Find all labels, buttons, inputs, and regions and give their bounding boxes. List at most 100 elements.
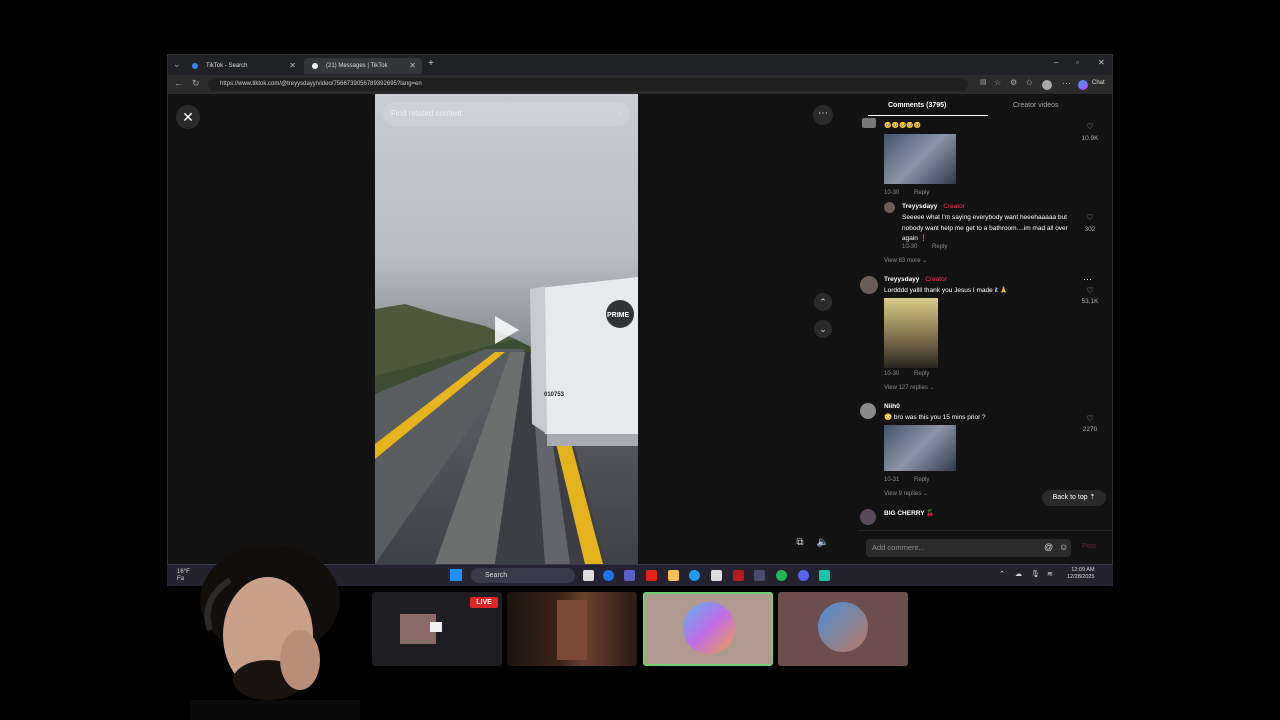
view-more-replies[interactable]: View 83 more ⌄	[884, 257, 927, 264]
teams-icon[interactable]	[624, 570, 635, 581]
close-tab-icon[interactable]: ✕	[409, 58, 416, 74]
discord-icon[interactable]	[798, 570, 809, 581]
participant-avatar	[683, 602, 735, 654]
comment-image[interactable]	[884, 298, 938, 368]
wifi-icon[interactable]: ≋	[1047, 570, 1053, 578]
comment-image[interactable]	[884, 425, 956, 471]
participant-feed-active[interactable]	[643, 592, 773, 666]
tab-list-chevron-icon[interactable]: ⌄	[173, 59, 181, 70]
curtain-image	[557, 600, 587, 660]
store-icon[interactable]	[711, 570, 722, 581]
search-icon[interactable]: ⌕	[617, 102, 622, 126]
comment-text: 🥺🥺🥺🥺🥺	[884, 123, 922, 129]
reply-link[interactable]: Reply	[914, 371, 929, 377]
spotify-icon[interactable]	[776, 570, 787, 581]
avatar[interactable]	[860, 509, 876, 525]
new-tab-button[interactable]: +	[428, 58, 434, 69]
heart-icon[interactable]: ♡	[1080, 122, 1100, 131]
microphone-icon[interactable]: 🎙	[1031, 570, 1040, 578]
start-icon[interactable]	[450, 569, 462, 581]
refresh-icon[interactable]: ↻	[192, 78, 200, 89]
task-view-icon[interactable]	[583, 570, 594, 581]
reader-icon[interactable]: ▤	[980, 78, 987, 86]
copilot-icon[interactable]	[1078, 80, 1088, 90]
youtube-icon[interactable]	[646, 570, 657, 581]
avatar[interactable]	[862, 118, 876, 128]
comment-author[interactable]: Treyysdayy · Creator	[884, 276, 947, 283]
chat-button[interactable]: Chat	[1092, 80, 1105, 86]
clock[interactable]: 12:09 AM 12/28/2025	[1067, 567, 1095, 581]
address-bar: ← ↻ https://www.tiktok.com/@treyysdayy/v…	[168, 75, 1112, 94]
app-icon-2[interactable]	[819, 570, 830, 581]
clock-time: 12:09 AM	[1071, 567, 1095, 573]
app-icon[interactable]	[733, 570, 744, 581]
heart-icon[interactable]: ♡	[1080, 286, 1100, 295]
profile-avatar[interactable]	[1042, 80, 1052, 90]
comment-date: 10-30	[884, 190, 900, 196]
next-video-button[interactable]: ⌄	[814, 320, 832, 338]
comment-author[interactable]: Treyysdayy · Creator	[902, 203, 965, 210]
participant-feed-room[interactable]	[507, 592, 637, 666]
browser-window: ⌄ TikTok - Search ✕ (21) Messages | TikT…	[167, 54, 1113, 564]
close-tab-icon[interactable]: ✕	[289, 58, 296, 74]
browser-icon[interactable]	[689, 570, 700, 581]
edge-icon[interactable]	[603, 570, 614, 581]
related-search-input[interactable]: Find related content ⌕	[383, 102, 630, 126]
reply-link[interactable]: Reply	[932, 244, 947, 250]
steam-icon[interactable]	[754, 570, 765, 581]
picture-in-picture-icon[interactable]: ⧉	[792, 535, 808, 551]
tab-creator-videos[interactable]: Creator videos	[1013, 102, 1059, 109]
avatar[interactable]	[860, 276, 878, 294]
minimize-icon[interactable]: –	[1054, 58, 1058, 67]
tab-tiktok-messages[interactable]: (21) Messages | TikTok ✕	[304, 58, 422, 74]
video-player[interactable]: PRIME 010753 Find related content ⌕	[375, 94, 638, 564]
taskbar-search[interactable]: Search	[471, 568, 575, 583]
view-more-replies[interactable]: View 127 replies ⌄	[884, 384, 935, 391]
tab-label: (21) Messages | TikTok	[326, 63, 388, 69]
window-close-icon[interactable]: ✕	[1098, 58, 1105, 67]
tab-comments[interactable]: Comments (3795)	[888, 102, 946, 109]
like-count: 2270	[1082, 426, 1098, 433]
emoji-icon[interactable]: ☺	[1059, 542, 1068, 552]
comment-more-icon[interactable]: ⋯	[1083, 274, 1092, 285]
more-options-button[interactable]: ⋯	[813, 105, 833, 125]
live-badge: LIVE	[470, 597, 498, 608]
avatar[interactable]	[860, 403, 876, 419]
volume-icon[interactable]: 🔈	[815, 535, 831, 551]
back-icon[interactable]: ←	[174, 78, 183, 88]
more-options-icon[interactable]: ⋯	[1062, 78, 1071, 89]
add-comment-input[interactable]: Add comment...	[866, 539, 1071, 557]
tray-cloud-icon[interactable]: ☁	[1015, 570, 1022, 578]
close-video-button[interactable]: ✕	[176, 105, 200, 129]
play-icon[interactable]	[495, 316, 519, 344]
reply-link[interactable]: Reply	[914, 477, 929, 483]
tiktok-favicon-icon	[312, 63, 318, 69]
post-button[interactable]: Post	[1082, 543, 1096, 550]
comment-placeholder: Add comment...	[872, 543, 925, 552]
active-tab-indicator	[868, 115, 988, 116]
maximize-icon[interactable]: ▫	[1076, 58, 1079, 67]
comments-panel: Comments (3795) Creator videos 🥺🥺🥺🥺🥺 10-…	[858, 94, 1112, 564]
back-to-top-button[interactable]: Back to top ⇡	[1042, 490, 1106, 506]
heart-icon[interactable]: ♡	[1080, 213, 1100, 222]
reply-link[interactable]: Reply	[914, 190, 929, 196]
streamer-webcam	[190, 545, 360, 720]
heart-icon[interactable]: ♡	[1080, 414, 1100, 423]
favorites-icon[interactable]: ✩	[1026, 78, 1033, 87]
mention-icon[interactable]: @	[1044, 542, 1053, 552]
url-field[interactable]: https://www.tiktok.com/@treyysdayy/video…	[208, 78, 968, 91]
tray-chevron-icon[interactable]: ⌃	[999, 570, 1005, 578]
comment-author[interactable]: Niih0	[884, 403, 900, 410]
view-more-replies[interactable]: View 9 replies ⌄	[884, 490, 928, 497]
file-explorer-icon[interactable]	[668, 570, 679, 581]
add-comment-bar: Add comment... @ ☺ Post	[858, 530, 1112, 564]
comment-image[interactable]	[884, 134, 956, 184]
previous-video-button[interactable]: ⌃	[814, 293, 832, 311]
avatar[interactable]	[884, 202, 895, 213]
tab-tiktok-search[interactable]: TikTok - Search ✕	[184, 58, 302, 74]
favorite-star-icon[interactable]: ☆	[994, 78, 1001, 87]
participant-feed-user[interactable]	[778, 592, 908, 666]
tab-label: TikTok - Search	[206, 63, 248, 69]
comment-author[interactable]: BIG CHERRY 🍒	[884, 509, 934, 517]
extensions-icon[interactable]: ⚙	[1010, 78, 1017, 87]
